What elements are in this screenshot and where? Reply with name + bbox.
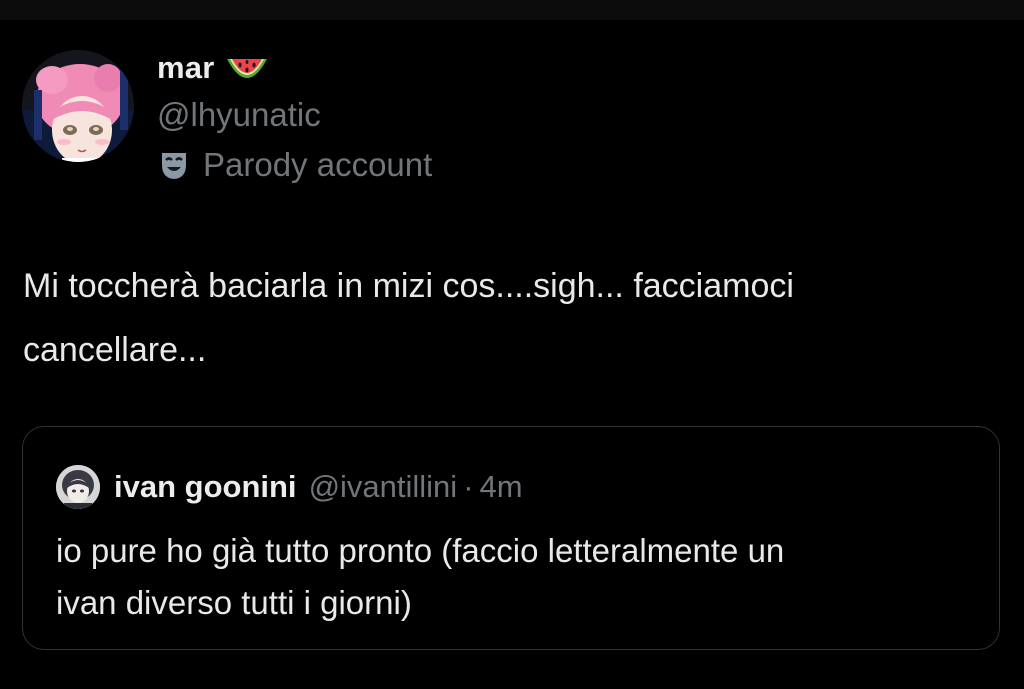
author-handle[interactable]: @lhyunatic: [157, 96, 321, 134]
quoted-avatar-image: [56, 465, 100, 509]
quoted-author-avatar[interactable]: [56, 465, 100, 509]
parody-account-label: Parody account: [203, 146, 433, 183]
quoted-timestamp[interactable]: 4m: [480, 469, 523, 505]
anime-avatar-image: [22, 50, 134, 162]
quoted-author-handle[interactable]: @ivantillini: [309, 469, 458, 505]
theater-mask-icon: [162, 153, 186, 179]
tweet-text-line: cancellare...: [23, 331, 207, 369]
top-edge-strip: [0, 0, 1024, 20]
watermelon-emoji-icon: [227, 59, 268, 78]
quoted-tweet-header: ivan goonini @ivantillini · 4m: [56, 465, 523, 509]
tweet-text: Mi toccherà baciarla in mizi cos....sigh…: [23, 254, 1008, 382]
author-display-name[interactable]: mar: [157, 50, 214, 86]
author-avatar[interactable]: [22, 50, 134, 162]
quoted-text-line: io pure ho già tutto pronto (faccio lett…: [56, 532, 785, 569]
quoted-tweet-card[interactable]: ivan goonini @ivantillini · 4m io pure h…: [22, 426, 1000, 650]
quoted-tweet-text: io pure ho già tutto pronto (faccio lett…: [56, 525, 986, 629]
quoted-separator-dot: ·: [463, 469, 474, 504]
parody-badge: Parody account: [157, 146, 432, 184]
author-name-row: mar: [157, 48, 270, 88]
tweet-text-line: Mi toccherà baciarla in mizi cos....sigh…: [23, 267, 794, 305]
quoted-author-name[interactable]: ivan goonini: [114, 469, 297, 505]
quoted-text-line: ivan diverso tutti i giorni): [56, 584, 412, 621]
